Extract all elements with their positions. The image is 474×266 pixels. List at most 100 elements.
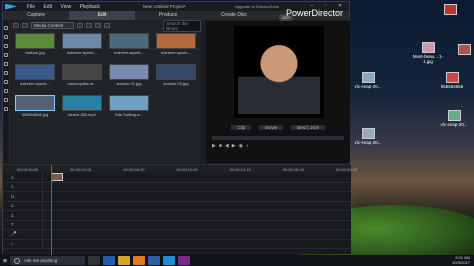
- track-label: T: [3, 220, 43, 229]
- ruler-tick: 00:00:20:00: [335, 166, 357, 172]
- media-thumbnail: [62, 33, 102, 49]
- filter-video-icon[interactable]: [77, 23, 84, 28]
- view-icon[interactable]: [104, 23, 111, 28]
- tab-edit[interactable]: Edit: [69, 11, 135, 20]
- menu-bar: File Edit View Playback: [27, 4, 107, 10]
- media-filter-dropdown[interactable]: Media Content: [31, 22, 75, 29]
- premiere-icon[interactable]: [178, 256, 190, 265]
- import-icon[interactable]: [13, 23, 19, 28]
- media-room-icon[interactable]: [4, 26, 8, 30]
- media-item[interactable]: extreme sports...: [62, 33, 102, 55]
- ruler-tick: 00:00:03:10: [70, 166, 92, 172]
- timeline-clip[interactable]: [51, 173, 63, 182]
- timeline-ruler[interactable]: 00:00:00:00 00:00:03:10 00:00:06:20 00:0…: [3, 165, 357, 173]
- pip-room-icon[interactable]: [4, 44, 8, 48]
- volume-icon[interactable]: ♪: [246, 143, 252, 149]
- media-item[interactable]: balloon.jpg: [15, 33, 55, 55]
- track-video-1[interactable]: 1.: [3, 173, 351, 183]
- media-thumbnail: [15, 64, 55, 80]
- prev-frame-icon[interactable]: ◀: [225, 143, 232, 149]
- media-library: Media Content Search the library balloon…: [11, 19, 201, 163]
- desktop-icon[interactable]: vlc-snap-20...: [348, 128, 388, 145]
- media-label: extreme sports...: [161, 50, 191, 55]
- next-frame-icon[interactable]: ▶: [232, 143, 239, 149]
- track-fx[interactable]: fx: [3, 192, 351, 202]
- desktop-icon[interactable]: Most-beau... 1-1.jpg: [408, 42, 448, 64]
- track-label: fx: [3, 192, 43, 201]
- desktop-icon[interactable]: vlc-snap-20...: [434, 110, 474, 127]
- track-label: 2.: [3, 211, 43, 220]
- tab-capture[interactable]: Capture: [3, 11, 69, 20]
- media-item[interactable]: sunrise 01.jpg: [109, 64, 149, 86]
- upgrade-link[interactable]: Upgrade to DirectorZone: [235, 4, 279, 9]
- tab-clip[interactable]: Clip: [231, 125, 252, 130]
- subtitle-room-icon[interactable]: [4, 107, 8, 111]
- desktop-icon[interactable]: vlc-snap-20...: [348, 72, 388, 89]
- media-item[interactable]: extreme sports...: [109, 33, 149, 55]
- fx-room-icon[interactable]: [4, 35, 8, 39]
- play-icon[interactable]: ▶: [212, 143, 219, 149]
- task-view-icon[interactable]: [88, 256, 100, 265]
- media-label: motorcycles.m...: [67, 81, 97, 86]
- desktop-icon[interactable]: [430, 4, 470, 16]
- powerdirector-taskbar-icon[interactable]: [163, 256, 175, 265]
- menu-view[interactable]: View: [60, 4, 71, 10]
- system-clock[interactable]: 9:01 AM 10/3/2017: [452, 255, 470, 265]
- preview-image: [238, 30, 320, 114]
- media-item[interactable]: sunrise 02.jpg: [156, 64, 196, 86]
- media-thumbnail: [109, 33, 149, 49]
- particle-room-icon[interactable]: [4, 53, 8, 57]
- track-audio-1[interactable]: 1.: [3, 182, 351, 192]
- tab-movie[interactable]: Movie: [259, 125, 284, 130]
- audio-room-icon[interactable]: [4, 80, 8, 84]
- tab-create-disc[interactable]: Create Disc: [201, 11, 267, 20]
- media-item[interactable]: motorcycles.m...: [62, 64, 102, 86]
- media-item[interactable]: beach 365.mp4: [62, 95, 102, 117]
- desktop-icon[interactable]: [444, 44, 474, 56]
- transition-room-icon[interactable]: [4, 71, 8, 75]
- filter-image-icon[interactable]: [86, 23, 93, 28]
- media-label: balloon.jpg: [25, 50, 45, 55]
- desktop-icon-label: Most-beau... 1-1.jpg: [412, 54, 444, 64]
- taskbar-search[interactable]: Ask me anything: [10, 256, 85, 265]
- media-label: sunrise 01.jpg: [116, 81, 142, 86]
- media-item[interactable]: Kite Surfing.w...: [109, 95, 149, 117]
- media-item[interactable]: extreme sports...: [156, 33, 196, 55]
- media-label: extreme sports...: [67, 50, 97, 55]
- photoshop-icon[interactable]: [148, 256, 160, 265]
- desktop-icon-label: vlc-snap-20...: [440, 122, 468, 127]
- edge-icon[interactable]: [103, 256, 115, 265]
- voice-room-icon[interactable]: [4, 89, 8, 93]
- media-label: sunrise 02.jpg: [163, 81, 189, 86]
- media-item[interactable]: 555664656.jpg: [15, 95, 55, 117]
- timeline-playhead[interactable]: [51, 165, 52, 255]
- menu-file[interactable]: File: [27, 4, 35, 10]
- vlc-icon[interactable]: [133, 256, 145, 265]
- preview-screen: [234, 26, 324, 118]
- library-search-input[interactable]: Search the library: [163, 19, 201, 32]
- clock-date: 10/3/2017: [452, 260, 470, 265]
- track-label: 2.: [3, 201, 43, 210]
- quality-dropdown[interactable]: Best | 16:9: [291, 125, 325, 130]
- media-thumbnail: [156, 64, 196, 80]
- chapter-room-icon[interactable]: [4, 98, 8, 102]
- track-title[interactable]: T: [3, 220, 351, 230]
- title-room-icon[interactable]: [4, 62, 8, 66]
- media-grid: balloon.jpg extreme sports... extreme sp…: [11, 30, 201, 120]
- library-toolbar: Media Content Search the library: [11, 19, 201, 32]
- track-voice[interactable]: 🎤: [3, 230, 351, 240]
- track-music[interactable]: ♪: [3, 239, 351, 249]
- preview-scrubber[interactable]: [212, 136, 344, 140]
- snapshot-icon[interactable]: ◉: [239, 143, 246, 149]
- menu-playback[interactable]: Playback: [80, 4, 100, 10]
- filter-audio-icon[interactable]: [95, 23, 102, 28]
- plugin-icon[interactable]: [22, 23, 28, 28]
- track-video-2[interactable]: 2.: [3, 201, 351, 211]
- windows-start-icon[interactable]: ⊞: [0, 258, 10, 264]
- media-item[interactable]: extreme sports...: [15, 64, 55, 86]
- file-explorer-icon[interactable]: [118, 256, 130, 265]
- media-label: 555664656.jpg: [21, 112, 49, 117]
- track-audio-2[interactable]: 2.: [3, 211, 351, 221]
- desktop-icon[interactable]: 555664656: [432, 72, 472, 89]
- menu-edit[interactable]: Edit: [43, 4, 52, 10]
